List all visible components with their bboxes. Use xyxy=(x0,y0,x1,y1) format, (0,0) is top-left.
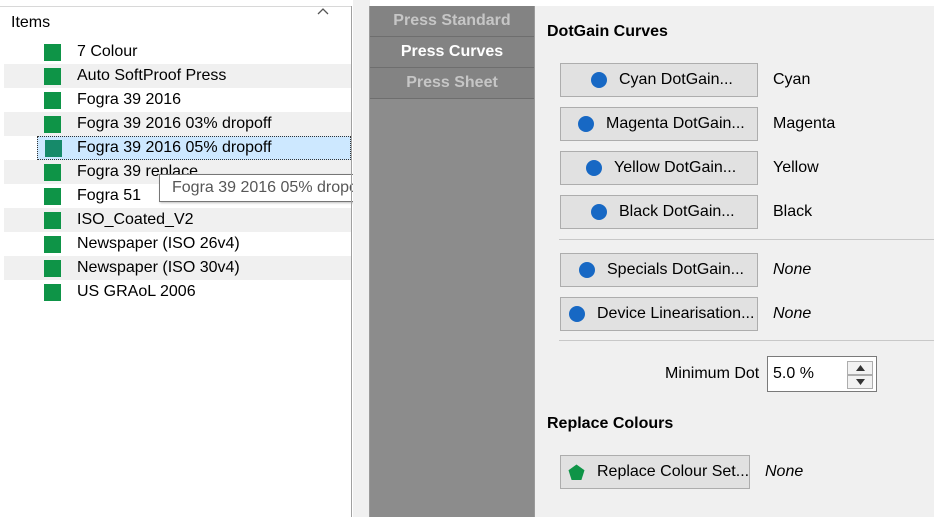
yellow-dotgain-button[interactable]: Yellow DotGain... xyxy=(560,151,758,185)
tab-press-standard[interactable]: Press Standard xyxy=(370,6,534,36)
button-label: Device Linearisation... xyxy=(597,305,755,322)
tab-divider xyxy=(370,98,534,99)
blue-circle-icon xyxy=(586,160,602,176)
items-panel: Items 7 Colour Auto SoftProof Press Fogr… xyxy=(0,0,380,517)
specials-dotgain-button[interactable]: Specials DotGain... xyxy=(560,253,758,287)
collapse-icon[interactable] xyxy=(316,6,330,16)
list-item-label: Fogra 39 2016 03% dropoff xyxy=(77,115,272,132)
press-swatch-icon xyxy=(44,92,61,109)
button-label: Black DotGain... xyxy=(619,203,735,220)
splitter[interactable] xyxy=(353,0,370,517)
item-tooltip: Fogra 39 2016 05% dropoff xyxy=(159,174,380,202)
press-swatch-icon xyxy=(44,212,61,229)
list-item-label: Newspaper (ISO 26v4) xyxy=(77,235,240,252)
spin-down-button[interactable] xyxy=(847,375,873,389)
list-item-label: US GRAoL 2006 xyxy=(77,283,196,300)
items-panel-border xyxy=(351,6,352,517)
list-item-label: Fogra 51 xyxy=(77,187,142,204)
minimum-dot-spinbox[interactable]: 5.0 % xyxy=(767,356,877,392)
arrow-down-icon xyxy=(856,379,865,385)
list-item-label: Auto SoftProof Press xyxy=(77,67,227,84)
press-swatch-icon xyxy=(45,140,62,157)
device-linearisation-value: None xyxy=(773,305,812,322)
list-item[interactable]: Fogra 39 2016 03% dropoff xyxy=(4,112,351,136)
blue-circle-icon xyxy=(591,204,607,220)
list-item[interactable]: ISO_Coated_V2 xyxy=(4,208,351,232)
button-label: Replace Colour Set... xyxy=(597,463,750,480)
section-divider xyxy=(559,239,934,240)
cyan-dotgain-button[interactable]: Cyan DotGain... xyxy=(560,63,758,97)
yellow-dotgain-value: Yellow xyxy=(773,159,819,176)
list-item[interactable]: Fogra 39 2016 xyxy=(4,88,351,112)
device-linearisation-button[interactable]: Device Linearisation... xyxy=(560,297,758,331)
list-item[interactable]: US GRAoL 2006 xyxy=(4,280,351,304)
magenta-dotgain-button[interactable]: Magenta DotGain... xyxy=(560,107,758,141)
tab-press-sheet[interactable]: Press Sheet xyxy=(370,68,534,98)
green-pentagon-icon xyxy=(568,464,585,480)
button-label: Specials DotGain... xyxy=(607,261,744,278)
replace-colour-set-value: None xyxy=(765,463,804,480)
items-header: Items xyxy=(11,14,51,31)
list-item-label: ISO_Coated_V2 xyxy=(77,211,194,228)
replace-colour-set-button[interactable]: Replace Colour Set... xyxy=(560,455,750,489)
section-divider xyxy=(559,340,934,341)
blue-circle-icon xyxy=(591,72,607,88)
dotgain-section-title: DotGain Curves xyxy=(547,23,668,40)
arrow-up-icon xyxy=(856,365,865,371)
list-item[interactable]: 7 Colour xyxy=(4,40,351,64)
list-item[interactable]: Auto SoftProof Press xyxy=(4,64,351,88)
press-swatch-icon xyxy=(44,236,61,253)
press-swatch-icon xyxy=(44,164,61,181)
minimum-dot-label: Minimum Dot xyxy=(665,365,760,382)
list-item-selected[interactable]: Fogra 39 2016 05% dropoff xyxy=(37,136,351,160)
black-dotgain-value: Black xyxy=(773,203,813,220)
list-item[interactable]: Newspaper (ISO 30v4) xyxy=(4,256,351,280)
press-swatch-icon xyxy=(44,188,61,205)
list-item-label: Fogra 39 2016 xyxy=(77,91,182,108)
spin-up-button[interactable] xyxy=(847,361,873,375)
press-swatch-icon xyxy=(44,68,61,85)
replace-colours-section-title: Replace Colours xyxy=(547,415,674,432)
cyan-dotgain-value: Cyan xyxy=(773,71,811,88)
list-item-label: Fogra 39 2016 05% dropoff xyxy=(77,139,272,156)
specials-dotgain-value: None xyxy=(773,261,812,278)
black-dotgain-button[interactable]: Black DotGain... xyxy=(560,195,758,229)
blue-circle-icon xyxy=(579,262,595,278)
vertical-tab-strip: Press Standard Press Curves Press Sheet xyxy=(370,6,534,517)
button-label: Magenta DotGain... xyxy=(606,115,745,132)
button-label: Yellow DotGain... xyxy=(614,159,737,176)
press-swatch-icon xyxy=(44,44,61,61)
blue-circle-icon xyxy=(578,116,594,132)
magenta-dotgain-value: Magenta xyxy=(773,115,836,132)
list-item-label: Newspaper (ISO 30v4) xyxy=(77,259,240,276)
press-swatch-icon xyxy=(44,116,61,133)
press-swatch-icon xyxy=(44,284,61,301)
list-item-label: 7 Colour xyxy=(77,43,138,60)
tab-press-curves[interactable]: Press Curves xyxy=(370,37,534,67)
press-curves-panel: DotGain Curves Cyan DotGain... Cyan Mage… xyxy=(534,6,934,517)
minimum-dot-value[interactable]: 5.0 % xyxy=(773,365,814,383)
blue-circle-icon xyxy=(569,306,585,322)
items-panel-top-border xyxy=(0,6,352,7)
list-item[interactable]: Newspaper (ISO 26v4) xyxy=(4,232,351,256)
button-label: Cyan DotGain... xyxy=(619,71,733,88)
press-swatch-icon xyxy=(44,260,61,277)
